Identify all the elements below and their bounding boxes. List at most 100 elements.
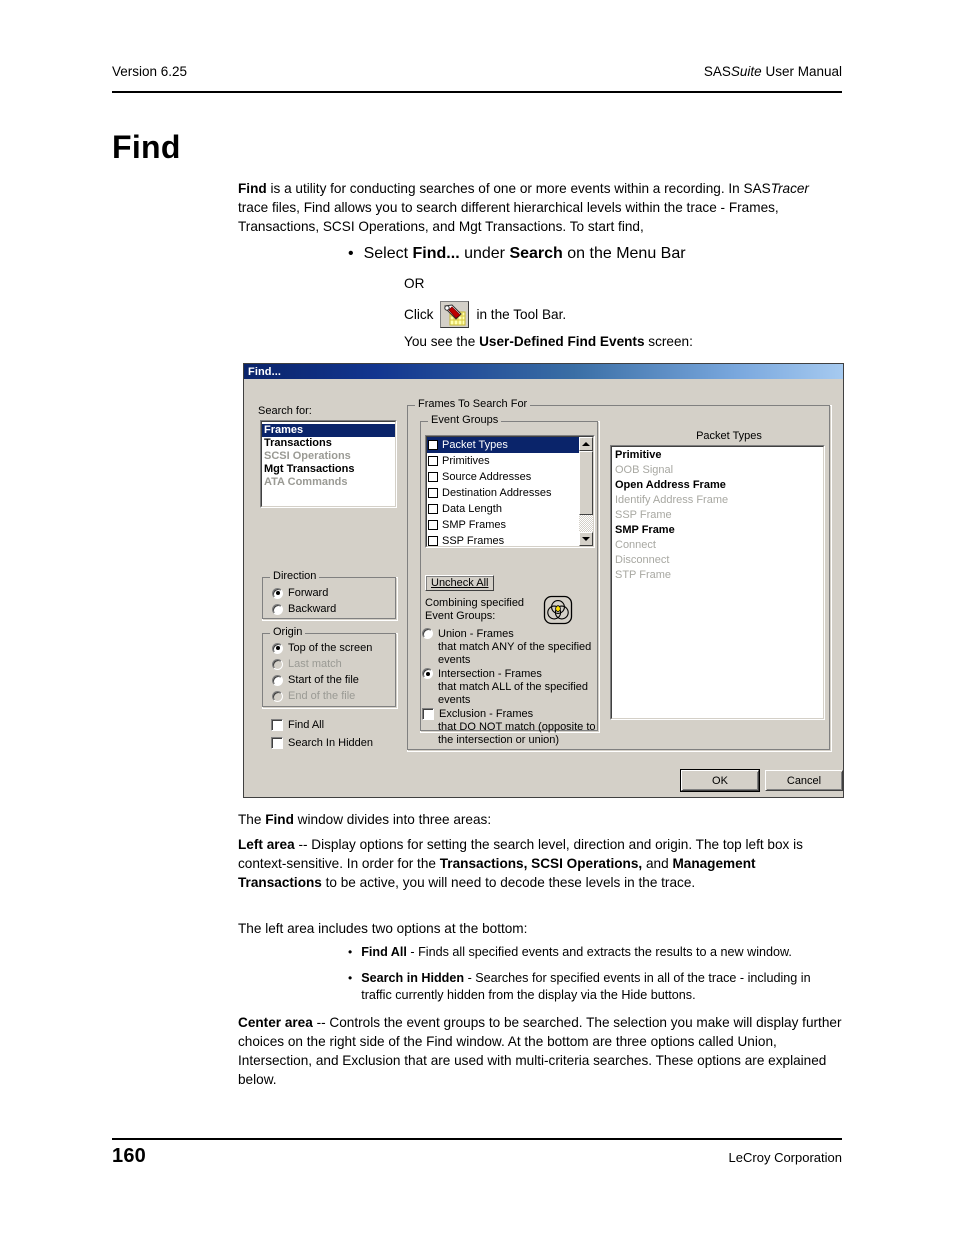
- paragraph-left-area: Left area -- Display options for setting…: [238, 835, 842, 892]
- search-for-list[interactable]: Frames Transactions SCSI Operations Mgt …: [260, 420, 397, 508]
- origin-caption: Origin: [270, 627, 306, 638]
- sub-bullet-find-all: • Find All - Finds all specified events …: [348, 944, 842, 961]
- radio-last-match-icon: [272, 658, 283, 670]
- packet-type-smp-frame[interactable]: SMP Frame: [611, 523, 824, 538]
- origin-start-label: Start of the file: [288, 674, 359, 686]
- union-control-row[interactable]: Union - Frames: [422, 628, 598, 641]
- origin-option-top-of-screen[interactable]: Top of the screen: [272, 642, 372, 654]
- scrollbar-track[interactable]: [579, 451, 593, 532]
- combine-option-exclusion[interactable]: Exclusion - Frames that DO NOT match (op…: [422, 708, 598, 747]
- primitives-checkbox-icon[interactable]: [428, 456, 438, 466]
- search-for-item-transactions[interactable]: Transactions: [261, 437, 396, 450]
- find-all-desc: - Finds all specified events and extract…: [406, 945, 792, 959]
- exclusion-label: Exclusion - Frames: [439, 708, 534, 720]
- center-area-lead: Center area: [238, 1015, 313, 1030]
- event-group-label-ssp-frames: SSP Frames: [442, 535, 505, 547]
- origin-end-label: End of the file: [288, 690, 356, 702]
- event-group-row-packet-types[interactable]: Packet Types: [426, 437, 579, 453]
- destination-addresses-checkbox-icon[interactable]: [428, 488, 438, 498]
- origin-option-start-of-file[interactable]: Start of the file: [272, 674, 359, 686]
- event-group-label-destination-addresses: Destination Addresses: [442, 487, 552, 499]
- exclusion-checkbox-icon[interactable]: [422, 708, 434, 720]
- event-groups-scrollbar[interactable]: [579, 437, 593, 546]
- exclusion-continuation: that DO NOT match (opposite to the inter…: [438, 721, 596, 746]
- event-groups-caption: Event Groups: [428, 415, 502, 426]
- sub-bullet-search-in-hidden: • Search in Hidden - Searches for specif…: [348, 970, 842, 1004]
- event-group-row-destination-addresses[interactable]: Destination Addresses: [426, 485, 579, 501]
- header-manual-italic: Suite: [730, 64, 762, 79]
- three-areas-bold: Find: [265, 812, 294, 827]
- ssp-frames-checkbox-icon[interactable]: [428, 536, 438, 546]
- scroll-down-button[interactable]: [579, 532, 593, 546]
- sub-bullet-search-hidden-text: Search in Hidden - Searches for specifie…: [361, 970, 842, 1004]
- packet-type-open-address-frame[interactable]: Open Address Frame: [611, 478, 824, 493]
- radio-top-of-screen-icon[interactable]: [272, 642, 283, 654]
- intersection-control-row[interactable]: Intersection - Frames: [422, 668, 598, 681]
- event-group-row-smp-frames[interactable]: SMP Frames: [426, 517, 579, 533]
- event-group-label-packet-types: Packet Types: [442, 439, 508, 451]
- search-in-hidden-label: Search In Hidden: [288, 737, 373, 749]
- packet-type-primitive[interactable]: Primitive: [611, 448, 824, 463]
- click-prefix: Click: [404, 306, 434, 322]
- direction-option-forward[interactable]: Forward: [272, 587, 328, 599]
- packet-types-list[interactable]: Primitive OOB Signal Open Address Frame …: [610, 445, 825, 720]
- packet-types-checkbox-icon[interactable]: [428, 440, 438, 450]
- search-for-label: Search for:: [258, 405, 312, 417]
- event-groups-list[interactable]: Packet Types Primitives Source Addresses…: [425, 435, 595, 548]
- union-continuation: that match ANY of the specified events: [438, 641, 592, 666]
- dialog-body: Search for: Frames Transactions SCSI Ope…: [244, 379, 843, 797]
- exclusion-control-row[interactable]: Exclusion - Frames: [422, 708, 598, 721]
- search-for-item-ata-commands: ATA Commands: [264, 476, 348, 488]
- page-footer: 160 LeCroy Corporation: [112, 1145, 842, 1168]
- sub-bullet-find-all-text: Find All - Finds all specified events an…: [361, 944, 792, 961]
- radio-intersection-icon[interactable]: [422, 668, 433, 679]
- scrollbar-thumb[interactable]: [579, 451, 593, 515]
- packet-type-connect: Connect: [615, 539, 656, 551]
- origin-group: Origin Top of the screen Last match Star…: [262, 627, 398, 709]
- search-in-hidden-checkbox-row[interactable]: Search In Hidden: [271, 737, 373, 749]
- dialog-title: Find...: [248, 365, 282, 378]
- search-in-hidden-checkbox-icon[interactable]: [271, 737, 283, 749]
- combine-option-union[interactable]: Union - Frames that match ANY of the spe…: [422, 628, 598, 667]
- uncheck-all-button[interactable]: Uncheck All: [425, 575, 495, 591]
- find-toolbar-icon: [440, 300, 470, 328]
- dialog-titlebar[interactable]: Find...: [244, 364, 843, 379]
- left-area-text-2: and: [642, 856, 673, 871]
- combine-option-intersection[interactable]: Intersection - Frames that match ALL of …: [422, 668, 598, 707]
- search-for-item-mgt-transactions[interactable]: Mgt Transactions: [261, 463, 396, 476]
- bullet-select-find: • Select Find... under Search on the Men…: [348, 243, 818, 265]
- three-areas-pre: The: [238, 812, 266, 827]
- cancel-button[interactable]: Cancel: [765, 770, 843, 791]
- radio-backward-icon[interactable]: [272, 603, 283, 615]
- find-all-checkbox-icon[interactable]: [271, 719, 283, 731]
- source-addresses-checkbox-icon[interactable]: [428, 472, 438, 482]
- packet-type-identify-address-frame: Identify Address Frame: [615, 494, 729, 506]
- smp-frames-checkbox-icon[interactable]: [428, 520, 438, 530]
- you-see-bold: User-Defined Find Events: [479, 334, 645, 349]
- combining-event-groups-label: Combining specified Event Groups:: [425, 597, 525, 622]
- radio-forward-icon[interactable]: [272, 587, 283, 599]
- select-pre: Select: [363, 245, 413, 262]
- radio-union-icon[interactable]: [422, 628, 433, 639]
- event-group-row-data-length[interactable]: Data Length: [426, 501, 579, 517]
- search-for-item-frames[interactable]: Frames: [261, 424, 396, 437]
- radio-start-of-file-icon[interactable]: [272, 674, 283, 686]
- find-tool-glyph: [444, 303, 466, 325]
- scroll-up-button[interactable]: [579, 437, 593, 451]
- event-group-row-ssp-frames[interactable]: SSP Frames: [426, 533, 579, 547]
- page-title: Find: [112, 129, 181, 165]
- data-length-checkbox-icon[interactable]: [428, 504, 438, 514]
- direction-option-backward[interactable]: Backward: [272, 603, 336, 615]
- find-all-checkbox-row[interactable]: Find All: [271, 719, 324, 731]
- manual-page: Version 6.25 SASSuite User Manual Find F…: [0, 0, 954, 1235]
- event-group-row-primitives[interactable]: Primitives: [426, 453, 579, 469]
- left-area-bold-2: Transactions, SCSI Operations,: [439, 856, 643, 871]
- event-group-row-source-addresses[interactable]: Source Addresses: [426, 469, 579, 485]
- intro-paragraph: Find is a utility for conducting searche…: [238, 179, 842, 236]
- event-group-label-data-length: Data Length: [442, 503, 502, 515]
- select-post: on the Menu Bar: [562, 245, 686, 262]
- left-area-lead: Left area: [238, 837, 295, 852]
- ok-button[interactable]: OK: [680, 769, 760, 792]
- sub-bullet-dot-icon: •: [348, 945, 353, 959]
- search-for-item-scsi-operations: SCSI Operations: [264, 450, 351, 462]
